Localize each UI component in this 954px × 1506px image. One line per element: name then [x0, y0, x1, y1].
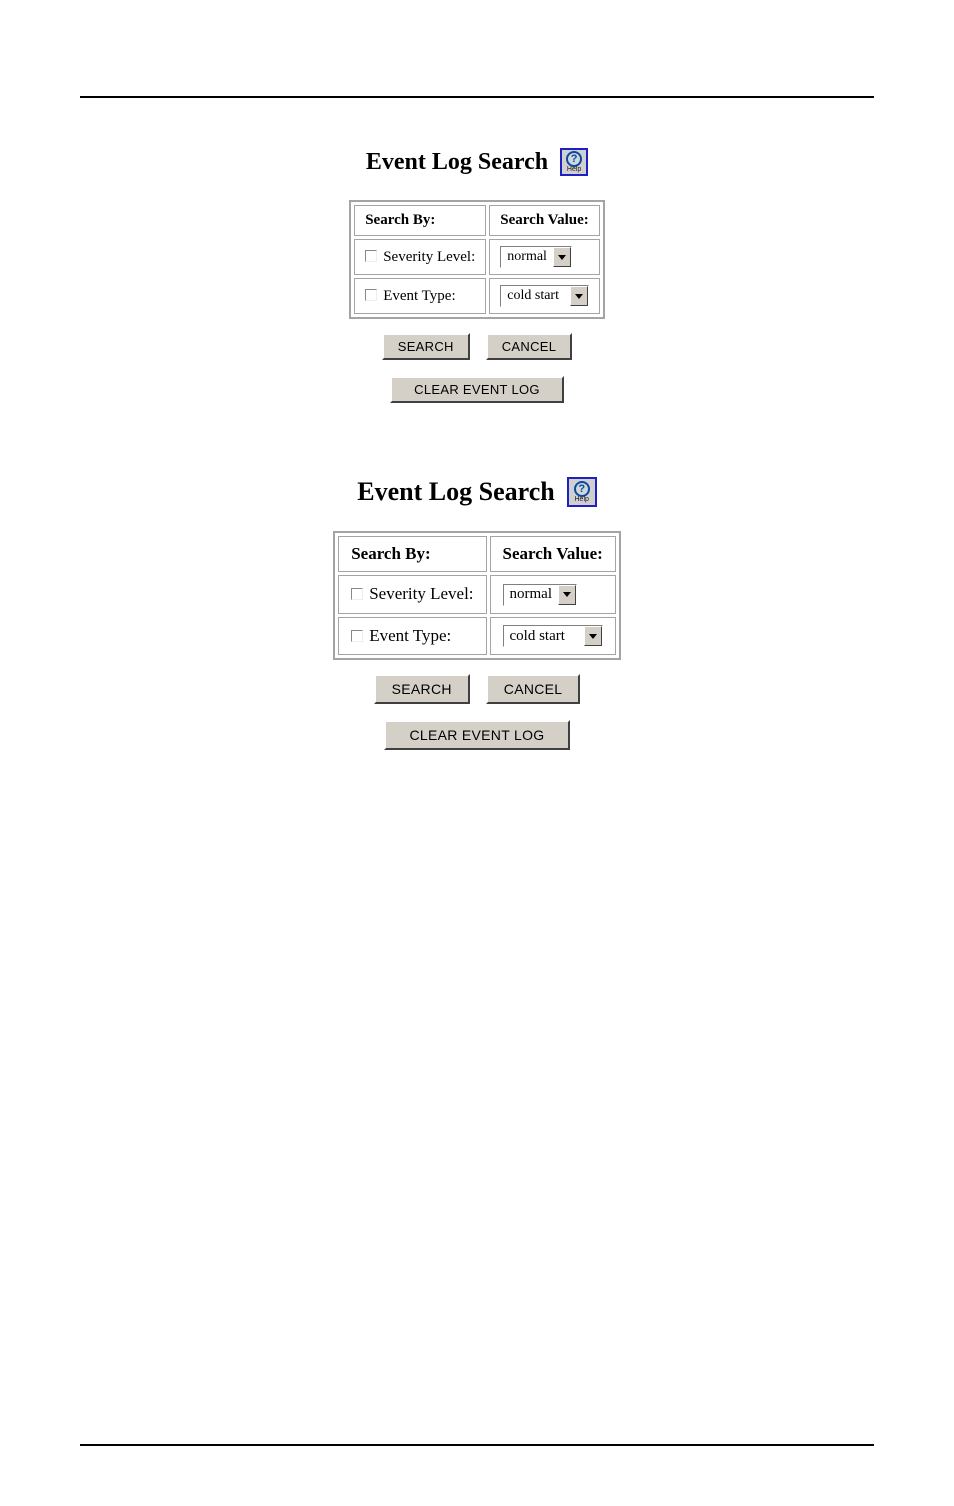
event-type-cell: Event Type:	[338, 617, 486, 656]
search-button[interactable]: SEARCH	[374, 674, 470, 704]
header-search-value: Search Value:	[490, 536, 616, 572]
header-search-by: Search By:	[354, 205, 486, 236]
event-type-select[interactable]: cold start	[503, 625, 603, 647]
help-icon: ?	[566, 151, 582, 167]
severity-checkbox[interactable]	[351, 588, 363, 600]
clear-event-log-button[interactable]: CLEAR EVENT LOG	[390, 376, 564, 403]
event-log-search-panel-1: Event Log Search ? Help Search By: Searc…	[80, 148, 874, 407]
panel-title: Event Log Search	[357, 477, 554, 507]
event-type-value-cell: cold start	[489, 278, 599, 314]
help-button[interactable]: ? Help	[560, 148, 588, 176]
severity-select[interactable]: normal	[500, 246, 572, 268]
severity-level-cell: Severity Level:	[338, 575, 486, 614]
event-type-checkbox[interactable]	[365, 289, 377, 301]
cancel-button[interactable]: CANCEL	[486, 674, 581, 704]
severity-checkbox[interactable]	[365, 250, 377, 262]
top-divider	[80, 96, 874, 98]
dropdown-arrow-icon	[558, 585, 576, 605]
help-icon: ?	[574, 481, 590, 497]
severity-select[interactable]: normal	[503, 584, 578, 606]
severity-label: Severity Level:	[369, 584, 473, 603]
event-type-label: Event Type:	[383, 288, 455, 304]
event-type-value-cell: cold start	[490, 617, 616, 656]
dropdown-arrow-icon	[553, 247, 571, 267]
dropdown-arrow-icon	[584, 626, 602, 646]
help-label: Help	[567, 166, 581, 173]
event-log-search-panel-2: Event Log Search ? Help Search By: Searc…	[80, 477, 874, 754]
dropdown-arrow-icon	[570, 286, 588, 306]
header-search-value: Search Value:	[489, 205, 599, 236]
event-type-select-value: cold start	[501, 286, 569, 306]
help-button[interactable]: ? Help	[567, 477, 597, 507]
cancel-button[interactable]: CANCEL	[486, 333, 573, 360]
bottom-divider	[80, 1444, 874, 1446]
event-type-checkbox[interactable]	[351, 630, 363, 642]
panel-title: Event Log Search	[366, 149, 548, 176]
event-type-cell: Event Type:	[354, 278, 486, 314]
search-button[interactable]: SEARCH	[382, 333, 470, 360]
event-type-select[interactable]: cold start	[500, 285, 588, 307]
severity-select-value: normal	[504, 585, 559, 605]
severity-value-cell: normal	[490, 575, 616, 614]
severity-label: Severity Level:	[383, 249, 475, 265]
help-label: Help	[575, 496, 589, 503]
severity-level-cell: Severity Level:	[354, 239, 486, 275]
clear-event-log-button[interactable]: CLEAR EVENT LOG	[384, 720, 571, 750]
search-criteria-table: Search By: Search Value: Severity Level:…	[349, 200, 605, 319]
search-criteria-table: Search By: Search Value: Severity Level:…	[333, 531, 621, 660]
severity-value-cell: normal	[489, 239, 599, 275]
header-search-by: Search By:	[338, 536, 486, 572]
event-type-select-value: cold start	[504, 626, 584, 646]
event-type-label: Event Type:	[369, 626, 451, 645]
severity-select-value: normal	[501, 247, 553, 267]
